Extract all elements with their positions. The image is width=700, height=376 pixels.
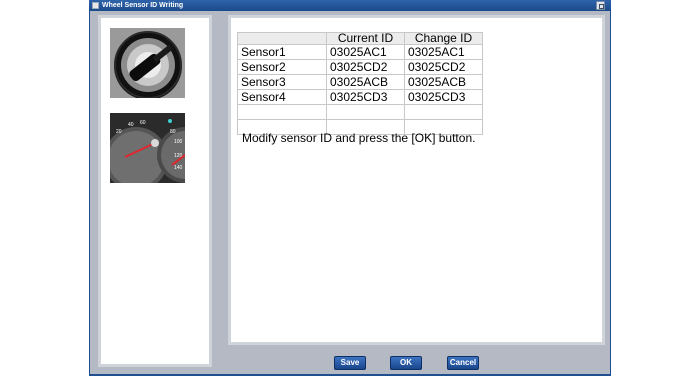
image-panel: 20 40 60 80 100 120 140 [98,15,212,367]
dialog-window: Wheel Sensor ID Writing 20 40 60 80 100 … [89,0,611,376]
current-id: 03025CD2 [326,59,405,75]
current-id: 03025CD3 [326,89,405,105]
title-bar[interactable]: Wheel Sensor ID Writing [89,0,611,11]
column-header-current-id: Current ID [326,32,405,45]
cancel-button[interactable]: Cancel [447,356,479,370]
ok-button[interactable]: OK [390,356,422,370]
sensor-name: Sensor2 [237,59,327,75]
sensor-name: Sensor4 [237,89,327,105]
gauge-tick-label: 60 [140,120,146,126]
column-header-change-id: Change ID [404,32,483,45]
change-id-cell[interactable]: 03025CD3 [404,89,483,105]
instrument-cluster-image: 20 40 60 80 100 120 140 [110,113,185,183]
gauge-tick-label: 20 [116,129,122,135]
sensor-name: Sensor1 [237,44,327,60]
table-row: Sensor3 03025ACB 03025ACB [237,74,483,90]
empty-cell [237,104,327,120]
ignition-key-image [110,28,185,98]
table-row: Sensor4 03025CD3 03025CD3 [237,89,483,105]
speedometer-icon: 20 40 60 80 100 120 140 [110,113,185,183]
current-id: 03025AC1 [326,44,405,60]
sensor-name: Sensor3 [237,74,327,90]
app-icon [92,2,99,9]
current-id: 03025ACB [326,74,405,90]
empty-cell [326,104,405,120]
change-id-cell[interactable]: 03025CD2 [404,59,483,75]
restore-icon[interactable] [596,1,605,10]
gauge-tick-label: 140 [174,165,183,171]
ignition-key-icon [110,28,185,98]
save-button[interactable]: Save [334,356,366,370]
table-row-empty [237,104,483,120]
window-title: Wheel Sensor ID Writing [102,2,184,9]
sensor-id-panel: Current ID Change ID Sensor1 03025AC1 03… [228,15,605,345]
gauge-tick-label: 80 [170,129,176,135]
instruction-text: Modify sensor ID and press the [OK] butt… [242,131,476,145]
gauge-tick-label: 100 [174,139,183,145]
sensor-id-table: Current ID Change ID Sensor1 03025AC1 03… [237,32,483,135]
table-header-row: Current ID Change ID [237,32,483,45]
dialog-client-area: 20 40 60 80 100 120 140 Current ID Chang… [90,11,610,374]
change-id-cell[interactable]: 03025ACB [404,74,483,90]
change-id-cell[interactable]: 03025AC1 [404,44,483,60]
column-header [237,32,327,45]
empty-cell [404,104,483,120]
table-row: Sensor2 03025CD2 03025CD2 [237,59,483,75]
table-row: Sensor1 03025AC1 03025AC1 [237,44,483,60]
gauge-tick-label: 40 [128,122,134,128]
